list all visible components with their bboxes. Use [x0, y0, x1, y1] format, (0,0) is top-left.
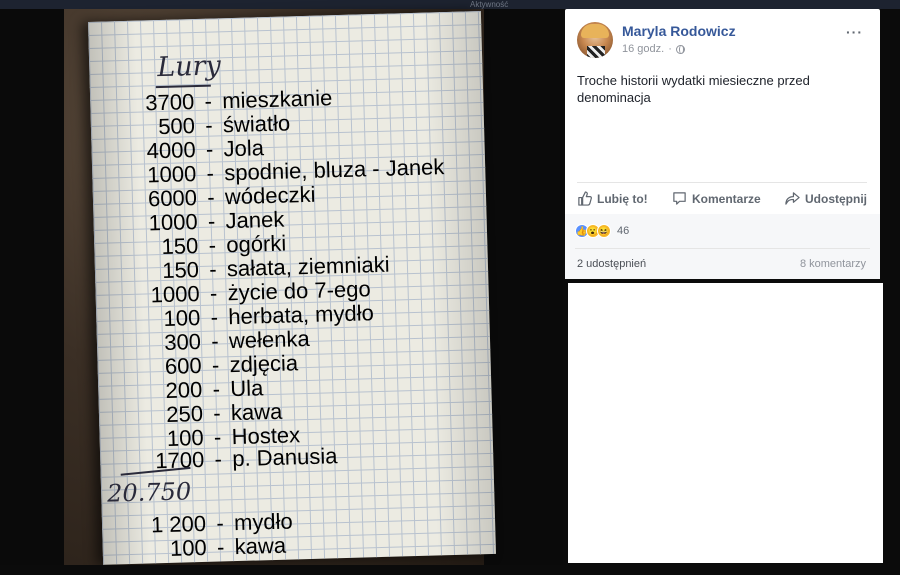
share-button[interactable]: Udostępnij — [785, 191, 867, 206]
share-arrow-icon — [785, 192, 800, 205]
haha-reaction-icon: 😆 — [597, 224, 611, 238]
expense-item: p. Danusia — [231, 443, 338, 472]
comment-button[interactable]: Komentarze — [672, 191, 761, 206]
expense-item: Jola — [223, 135, 265, 162]
post-stats: 👍 😮 😆 46 2 udostępnień 8 komentarzy — [565, 214, 880, 279]
top-strip-text: Aktywność — [470, 0, 509, 9]
post-action-bar: Lubię to! Komentarze Udostępnij — [577, 182, 867, 212]
shares-count-link[interactable]: 2 udostępnień — [577, 258, 646, 270]
meta-separator: · — [668, 43, 672, 55]
expense-item: kawa — [234, 532, 287, 560]
stats-divider — [575, 248, 870, 249]
comments-area — [568, 283, 883, 563]
post-timestamp[interactable]: 16 godz. — [622, 43, 664, 55]
comments-count-link[interactable]: 8 komentarzy — [800, 258, 866, 270]
post-header: Maryla Rodowicz 16 godz. · ··· — [577, 22, 867, 62]
expense-item: zdjęcia — [229, 350, 299, 378]
share-label: Udostępnij — [805, 191, 867, 206]
expense-item: wełenka — [228, 325, 310, 354]
comment-bubble-icon — [673, 192, 686, 205]
facebook-post-panel: Maryla Rodowicz 16 godz. · ··· Troche hi… — [565, 9, 880, 279]
bottom-edge — [0, 565, 900, 575]
notebook-page: Lury 3700- mieszkanie 500- światło 4000- Jo… — [88, 11, 497, 565]
globe-icon — [675, 44, 685, 54]
screenshot-stage: Aktywność Lury 3700- mieszkanie 500- świat… — [0, 0, 900, 575]
expense-row: 100- kawa — [132, 532, 287, 563]
expense-total: 20.750 — [106, 477, 192, 508]
thumbs-up-icon — [578, 191, 592, 206]
expense-amount: 100 — [169, 534, 208, 561]
comment-label: Komentarze — [691, 191, 761, 206]
post-meta: 16 godz. · — [622, 43, 685, 55]
expense-item: wódeczki — [224, 181, 316, 210]
reaction-count: 46 — [617, 225, 630, 237]
expense-item: światło — [222, 110, 291, 138]
author-name-link[interactable]: Maryla Rodowicz — [622, 23, 736, 39]
post-text: Troche historii wydatki miesieczne przed… — [577, 73, 810, 105]
author-avatar[interactable] — [577, 22, 613, 58]
title-underline — [155, 84, 211, 89]
like-button[interactable]: Lubię to! — [577, 191, 648, 206]
notebook-title: Lury — [156, 50, 222, 84]
more-options-icon[interactable]: ··· — [846, 24, 863, 40]
expense-item: spodnie, bluza - Janek — [223, 154, 445, 186]
expense-item: Ula — [229, 375, 264, 402]
reactions-summary[interactable]: 👍 😮 😆 46 — [575, 224, 629, 238]
browser-top-strip: Aktywność — [0, 0, 900, 9]
like-label: Lubię to! — [597, 191, 648, 206]
